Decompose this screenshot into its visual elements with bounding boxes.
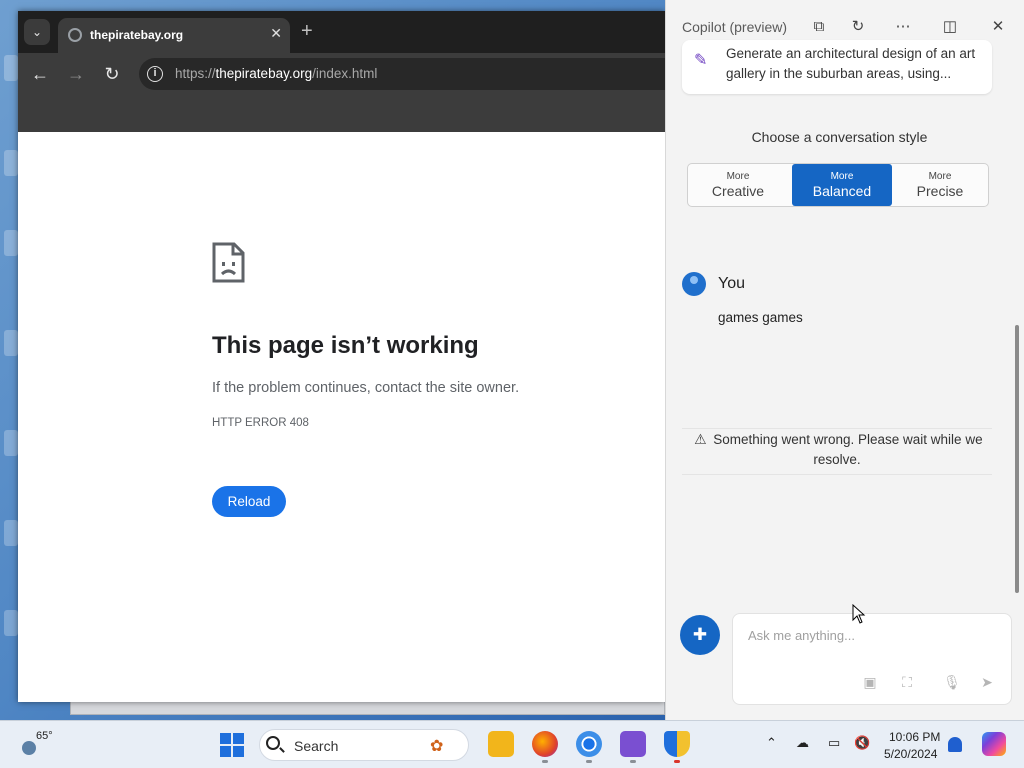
search-highlight-icon: ✿ bbox=[430, 738, 444, 755]
running-indicator bbox=[674, 760, 680, 763]
screenshot-icon[interactable]: ⛶ bbox=[897, 672, 917, 692]
chat-input[interactable] bbox=[748, 628, 998, 643]
start-button[interactable] bbox=[220, 733, 244, 757]
app-icon[interactable] bbox=[620, 731, 646, 757]
page-content: This page isn’t working If the problem c… bbox=[18, 132, 665, 702]
style-creative-button[interactable]: More Creative bbox=[688, 164, 788, 206]
error-code: HTTP ERROR 408 bbox=[212, 417, 309, 429]
copilot-title: Copilot (preview) bbox=[682, 19, 788, 35]
copilot-icon[interactable] bbox=[982, 732, 1006, 756]
security-shield-icon[interactable] bbox=[664, 731, 690, 757]
chat-input-box[interactable]: ▣ ⛶ 🎙 ➤ bbox=[732, 613, 1012, 705]
new-tab-button[interactable]: + bbox=[301, 21, 313, 41]
reload-button[interactable]: Reload bbox=[212, 486, 286, 517]
refresh-icon[interactable]: ↻ bbox=[846, 15, 870, 39]
weather-temperature: 65° bbox=[36, 730, 53, 742]
tab-title: thepiratebay.org bbox=[90, 28, 184, 42]
cloud-offline-icon[interactable]: ☁ bbox=[796, 735, 809, 751]
error-notice-text: Something went wrong. Please wait while … bbox=[713, 432, 983, 467]
close-icon[interactable]: ✕ bbox=[986, 15, 1010, 39]
new-topic-button[interactable]: ✚ bbox=[680, 615, 720, 655]
cloud-icon bbox=[22, 741, 36, 755]
clock-date[interactable]: 5/20/2024 bbox=[884, 747, 937, 761]
browser-window: ⌄ thepiratebay.org ✕ + ← → ↻ i https://t… bbox=[18, 11, 679, 702]
browser-tab[interactable]: thepiratebay.org ✕ bbox=[58, 18, 290, 53]
file-explorer-icon[interactable] bbox=[488, 731, 514, 757]
tab-strip: ⌄ thepiratebay.org ✕ + bbox=[18, 11, 665, 53]
browser-toolbar: ← → ↻ i https://thepiratebay.org/index.h… bbox=[18, 53, 679, 95]
open-external-icon[interactable]: ⧉ bbox=[807, 15, 831, 39]
more-options-icon[interactable]: ⋯ bbox=[891, 15, 915, 39]
copilot-pane: Copilot (preview) ⧉ ↻ ⋯ ◫ ✕ ✎ Generate a… bbox=[665, 0, 1024, 720]
back-button[interactable]: ← bbox=[29, 63, 51, 85]
desktop-icon[interactable] bbox=[4, 150, 18, 176]
warning-icon: ⚠ bbox=[694, 431, 707, 447]
site-info-icon[interactable]: i bbox=[147, 66, 163, 82]
user-label: You bbox=[718, 275, 745, 292]
globe-icon bbox=[68, 28, 82, 42]
running-indicator bbox=[586, 760, 592, 763]
close-tab-icon[interactable]: ✕ bbox=[270, 25, 282, 42]
chevron-up-icon[interactable]: ⌃ bbox=[766, 735, 777, 751]
notification-bell-icon[interactable] bbox=[948, 737, 962, 752]
search-icon bbox=[266, 736, 280, 750]
clock-time[interactable]: 10:06 PM bbox=[889, 730, 940, 744]
scrollbar[interactable] bbox=[1015, 325, 1019, 593]
chrome-icon[interactable] bbox=[576, 731, 602, 757]
taskbar: 65° Search ✿ ⌃ ☁ ▭ 🔇 10:06 PM 5/20/2024 bbox=[0, 720, 1024, 768]
desktop-icon[interactable] bbox=[4, 330, 18, 356]
taskbar-search[interactable]: Search ✿ bbox=[259, 729, 469, 761]
dock-pane-icon[interactable]: ◫ bbox=[938, 15, 962, 39]
suggestion-text: Generate an architectural design of an a… bbox=[726, 46, 976, 81]
style-precise-button[interactable]: More Precise bbox=[890, 164, 990, 206]
desktop-icon[interactable] bbox=[4, 55, 18, 81]
desktop-icon[interactable] bbox=[4, 230, 18, 256]
style-balanced-button[interactable]: More Balanced bbox=[792, 164, 892, 206]
url-text[interactable]: https://thepiratebay.org/index.html bbox=[175, 66, 377, 81]
reload-icon[interactable]: ↻ bbox=[101, 63, 123, 85]
desktop-icon[interactable] bbox=[4, 610, 18, 636]
microphone-icon[interactable]: 🎙 bbox=[942, 672, 962, 692]
conversation-style-selector: More Creative More Balanced More Precise bbox=[687, 163, 989, 207]
forward-button[interactable]: → bbox=[65, 63, 87, 85]
display-icon[interactable]: ▭ bbox=[828, 735, 840, 751]
error-notice: ⚠ Something went wrong. Please wait whil… bbox=[682, 428, 992, 475]
weather-widget[interactable]: 65° bbox=[22, 727, 62, 763]
conversation-style-heading: Choose a conversation style bbox=[751, 129, 928, 145]
running-indicator bbox=[542, 760, 548, 763]
desktop-icon[interactable] bbox=[4, 520, 18, 546]
sad-page-icon bbox=[212, 242, 245, 283]
mouse-cursor-icon bbox=[852, 604, 866, 624]
address-bar[interactable]: i https://thepiratebay.org/index.html bbox=[139, 58, 679, 90]
send-icon[interactable]: ➤ bbox=[977, 672, 997, 692]
desktop-icon[interactable] bbox=[4, 430, 18, 456]
user-avatar bbox=[682, 272, 706, 296]
tab-search-button[interactable]: ⌄ bbox=[24, 19, 50, 45]
suggestion-card[interactable]: ✎ Generate an architectural design of an… bbox=[682, 40, 992, 94]
add-image-icon[interactable]: ▣ bbox=[860, 672, 880, 692]
firefox-icon[interactable] bbox=[532, 731, 558, 757]
error-heading: This page isn’t working bbox=[212, 332, 479, 359]
speaker-muted-icon[interactable]: 🔇 bbox=[854, 735, 870, 751]
running-indicator bbox=[630, 760, 636, 763]
bookmarks-bar bbox=[18, 95, 665, 132]
error-description: If the problem continues, contact the si… bbox=[212, 380, 520, 396]
image-create-icon: ✎ bbox=[694, 52, 708, 69]
user-message: games games bbox=[718, 310, 803, 325]
search-label: Search bbox=[294, 738, 339, 754]
